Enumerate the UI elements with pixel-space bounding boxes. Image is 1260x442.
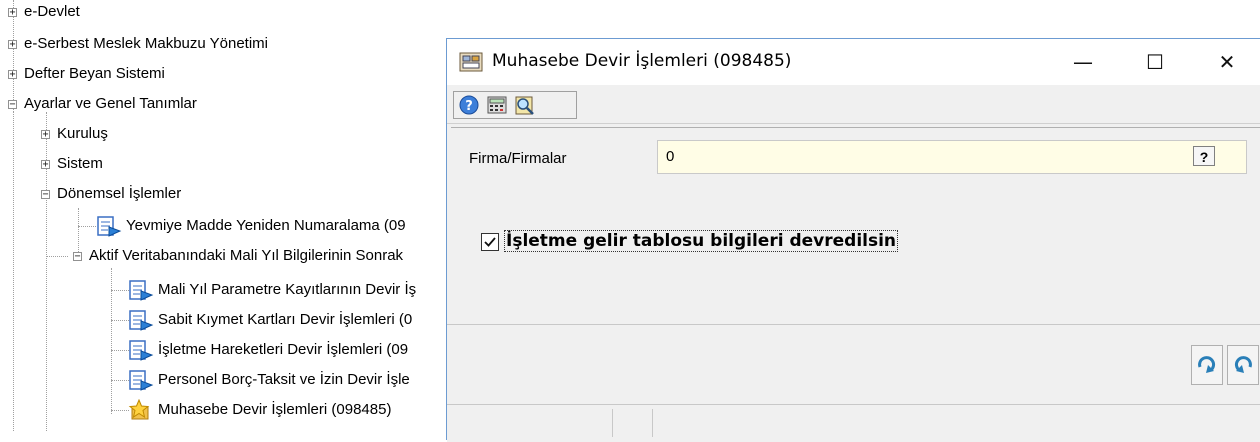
collapse-icon[interactable]: − bbox=[8, 100, 17, 110]
star-folder-icon bbox=[128, 399, 150, 420]
application-icon bbox=[459, 52, 483, 72]
tree-item-label: İşletme Hareketleri Devir İşlemleri (09 bbox=[158, 341, 409, 358]
close-button[interactable]: ✕ bbox=[1191, 39, 1260, 85]
apply-button[interactable] bbox=[1191, 345, 1223, 385]
tree-item-e-devlet[interactable]: + e-Devlet bbox=[8, 0, 80, 26]
document-run-icon bbox=[129, 280, 154, 301]
tree-item-aktif-veritabani[interactable]: − Aktif Veritabanındaki Mali Yıl Bilgile… bbox=[73, 242, 403, 270]
expand-icon[interactable]: + bbox=[8, 70, 17, 80]
calculator-icon[interactable] bbox=[485, 94, 509, 116]
minimize-button[interactable]: — bbox=[1047, 39, 1119, 85]
tree-item-label: Mali Yıl Parametre Kayıtlarının Devir İş bbox=[158, 281, 417, 298]
tree-item-label: Sabit Kıymet Kartları Devir İşlemleri (0 bbox=[158, 311, 413, 328]
search-document-icon[interactable] bbox=[513, 94, 537, 116]
tree-item-label: Aktif Veritabanındaki Mali Yıl Bilgileri… bbox=[89, 247, 404, 264]
firm-label: Firma/Firmalar bbox=[469, 150, 567, 167]
tree-item-isletme-hareketleri[interactable]: İşletme Hareketleri Devir İşlemleri (09 bbox=[128, 336, 408, 364]
toolbar-button-group: ? bbox=[453, 91, 577, 119]
tree-item-label: Dönemsel İşlemler bbox=[57, 185, 182, 202]
collapse-icon[interactable]: − bbox=[73, 252, 82, 262]
title-bar[interactable]: Muhasebe Devir İşlemleri (098485) — ☐ ✕ bbox=[447, 39, 1260, 85]
document-run-icon bbox=[129, 310, 154, 331]
tree-item-donemsel[interactable]: − Dönemsel İşlemler bbox=[41, 180, 181, 208]
document-run-icon bbox=[129, 340, 154, 361]
tree-item-label: e-Serbest Meslek Makbuzu Yönetimi bbox=[24, 35, 268, 52]
status-divider bbox=[612, 409, 613, 437]
maximize-button[interactable]: ☐ bbox=[1119, 39, 1191, 85]
tree-item-personel-borc[interactable]: Personel Borç-Taksit ve İzin Devir İşle bbox=[128, 366, 410, 394]
undo-arrow-icon bbox=[1234, 356, 1252, 373]
tree-item-sistem[interactable]: + Sistem bbox=[41, 150, 103, 178]
tree-item-sabit-kiymet[interactable]: Sabit Kıymet Kartları Devir İşlemleri (0 bbox=[128, 306, 412, 334]
firm-input[interactable]: 0 bbox=[657, 140, 1247, 174]
expand-icon[interactable]: + bbox=[8, 8, 17, 18]
expand-icon[interactable]: + bbox=[41, 130, 50, 140]
tree-item-label: Personel Borç-Taksit ve İzin Devir İşle bbox=[158, 371, 410, 388]
transfer-income-statement-checkbox[interactable] bbox=[481, 233, 499, 251]
tree-item-label: Ayarlar ve Genel Tanımlar bbox=[24, 95, 197, 112]
document-run-icon bbox=[129, 370, 154, 391]
tree-item-defter-beyan[interactable]: + Defter Beyan Sistemi bbox=[8, 60, 165, 88]
tree-item-label: Sistem bbox=[57, 155, 103, 172]
tree-item-e-serbest-meslek[interactable]: + e-Serbest Meslek Makbuzu Yönetimi bbox=[8, 30, 268, 58]
tree-item-label: Muhasebe Devir İşlemleri (098485) bbox=[158, 401, 392, 418]
tree-item-muhasebe-devir[interactable]: Muhasebe Devir İşlemleri (098485) bbox=[128, 396, 391, 424]
document-run-icon bbox=[97, 216, 122, 237]
expand-icon[interactable]: + bbox=[41, 160, 50, 170]
tree-item-label: Kuruluş bbox=[57, 125, 108, 142]
toolbar: ? bbox=[447, 85, 1260, 124]
status-divider bbox=[652, 409, 653, 437]
collapse-icon[interactable]: − bbox=[41, 190, 50, 200]
svg-text:?: ? bbox=[465, 99, 473, 114]
lookup-button[interactable]: ? bbox=[1193, 146, 1215, 166]
undo-button[interactable] bbox=[1227, 345, 1259, 385]
tree-item-label: Defter Beyan Sistemi bbox=[24, 65, 165, 82]
tree-item-yevmiye[interactable]: Yevmiye Madde Yeniden Numaralama (09 bbox=[96, 212, 406, 240]
dialog-title: Muhasebe Devir İşlemleri (098485) bbox=[492, 51, 792, 71]
muhasebe-devir-dialog: Muhasebe Devir İşlemleri (098485) — ☐ ✕ … bbox=[446, 38, 1260, 442]
dialog-content: Firma/Firmalar 0 ? İşletme gelir tablosu… bbox=[451, 127, 1260, 312]
tree-item-mali-yil[interactable]: Mali Yıl Parametre Kayıtlarının Devir İş bbox=[128, 276, 416, 304]
checkmark-icon bbox=[484, 237, 496, 247]
checkbox-label[interactable]: İşletme gelir tablosu bilgileri devredil… bbox=[503, 230, 899, 252]
redo-arrow-icon bbox=[1198, 356, 1216, 373]
tree-item-label: e-Devlet bbox=[24, 3, 80, 20]
status-bar bbox=[447, 404, 1260, 442]
expand-icon[interactable]: + bbox=[8, 40, 17, 50]
tree-item-ayarlar[interactable]: − Ayarlar ve Genel Tanımlar bbox=[8, 90, 197, 118]
tree-item-label: Yevmiye Madde Yeniden Numaralama (09 bbox=[126, 217, 406, 234]
help-icon[interactable]: ? bbox=[457, 94, 481, 116]
action-area bbox=[447, 324, 1260, 405]
navigation-tree: + e-Devlet + e-Serbest Meslek Makbuzu Yö… bbox=[0, 0, 470, 431]
tree-item-kurulus[interactable]: + Kuruluş bbox=[41, 120, 108, 148]
